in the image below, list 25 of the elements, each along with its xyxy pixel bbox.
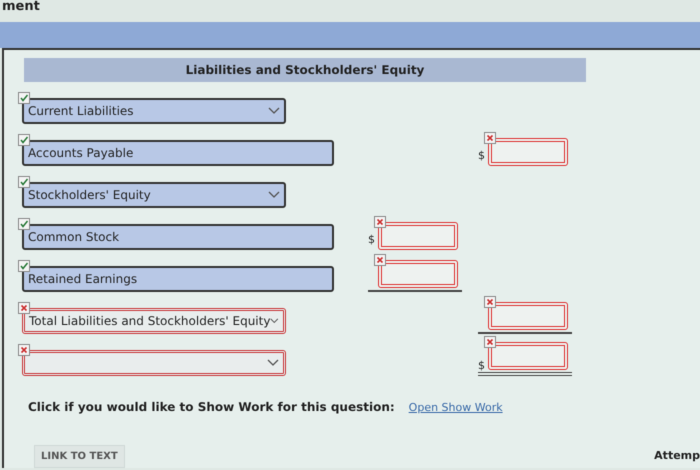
caret-icon (270, 317, 279, 325)
account-dropdown[interactable]: Stockholders' Equity (22, 182, 286, 208)
account-field[interactable]: Accounts Payable (22, 140, 334, 166)
attempts-label: Attemp (654, 448, 700, 464)
account-dropdown[interactable] (22, 350, 286, 376)
amount-field[interactable] (378, 222, 458, 250)
section-title: Liabilities and Stockholders' Equity (24, 58, 586, 82)
amount-field[interactable] (488, 138, 568, 166)
caret-icon (268, 107, 280, 115)
page-title: ment (1, 0, 41, 16)
dollar-sign: $ (478, 358, 485, 374)
show-work-prompt: Click if you would like to Show Work for this question: (28, 399, 395, 416)
amount-field[interactable] (378, 260, 458, 288)
caret-icon (268, 191, 280, 199)
dollar-sign: $ (368, 232, 375, 248)
link-to-text-button[interactable]: LINK TO TEXT (34, 444, 125, 468)
account-dropdown[interactable]: Total Liabilities and Stockholders' Equity (22, 308, 286, 334)
caret-icon (267, 359, 279, 367)
amount-field[interactable] (488, 302, 568, 330)
amount-field[interactable] (488, 342, 568, 370)
show-work-link[interactable]: Open Show Work (408, 400, 503, 416)
account-field[interactable]: Retained Earnings (22, 266, 334, 292)
account-field[interactable]: Common Stock (22, 224, 334, 250)
dollar-sign: $ (478, 148, 485, 164)
account-dropdown[interactable]: Current Liabilities (22, 98, 286, 124)
